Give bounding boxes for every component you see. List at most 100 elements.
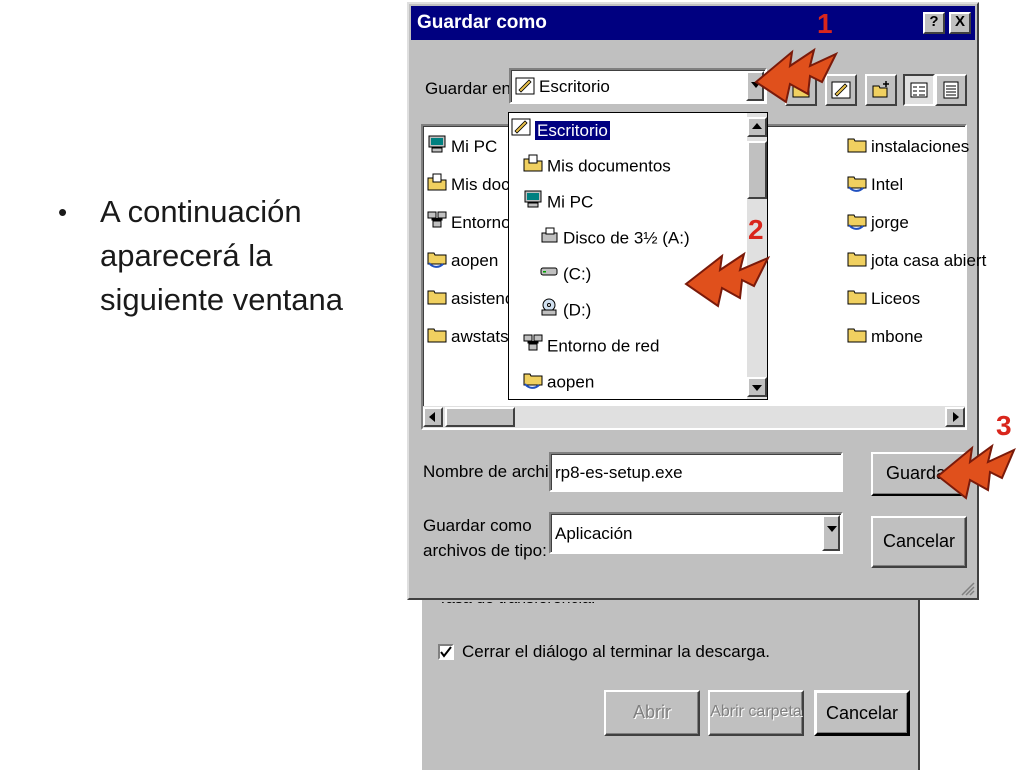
- file-item[interactable]: jorge: [847, 210, 909, 232]
- close-dialog-checkbox[interactable]: [438, 644, 454, 660]
- computer-icon: [523, 189, 543, 216]
- dropdown-item[interactable]: Disco de 3½ (A:): [539, 225, 690, 249]
- details-view-icon: [943, 81, 959, 99]
- dropdown-item[interactable]: Mi PC: [523, 189, 593, 213]
- network-icon: [427, 210, 447, 236]
- file-item[interactable]: Intel: [847, 172, 903, 194]
- save-in-combo[interactable]: Escritorio: [509, 68, 767, 104]
- folder-icon: [847, 134, 867, 160]
- file-item[interactable]: instalaciones: [847, 134, 969, 156]
- help-button[interactable]: ?: [923, 12, 945, 34]
- file-item[interactable]: jota casa abiert: [847, 248, 986, 270]
- list-view-icon: [910, 82, 928, 98]
- resize-grip-icon[interactable]: [961, 582, 975, 596]
- file-item[interactable]: mbone: [847, 324, 923, 346]
- dropdown-item[interactable]: Escritorio: [511, 117, 610, 141]
- scroll-up-button[interactable]: [747, 117, 767, 137]
- file-item-label: mbone: [871, 327, 923, 346]
- dropdown-item-label: Mi PC: [547, 192, 594, 212]
- dropdown-item[interactable]: Entorno de red: [523, 333, 659, 357]
- arrow-right-icon: [953, 412, 959, 422]
- cd-drive-icon: [539, 297, 559, 324]
- vertical-scroll-thumb[interactable]: [747, 141, 767, 199]
- open-folder-button[interactable]: Abrir carpeta: [708, 690, 804, 736]
- dropdown-item-label: Escritorio: [535, 120, 610, 140]
- folder-docs-icon: [427, 172, 447, 198]
- folder-icon: [847, 248, 867, 274]
- dropdown-item[interactable]: aopen: [523, 369, 594, 393]
- folder-shared-icon: [523, 369, 543, 396]
- annotation-arrow-2: [684, 251, 771, 308]
- slide-body-text: A continuación aparecerá la siguiente ve…: [100, 194, 344, 317]
- folder-icon: [847, 286, 867, 312]
- file-item-label: Liceos: [871, 289, 921, 308]
- filetype-combo[interactable]: Aplicación: [549, 512, 843, 554]
- dropdown-item[interactable]: (D:): [539, 297, 591, 321]
- dialog-title: Guardar como: [417, 12, 547, 33]
- save-in-value: Escritorio: [539, 77, 610, 96]
- file-item[interactable]: Liceos: [847, 286, 920, 308]
- dropdown-item-label: Mis documentos: [547, 156, 671, 176]
- scroll-down-button[interactable]: [747, 377, 767, 397]
- scroll-left-button[interactable]: [423, 407, 443, 427]
- annotation-number-3: 3: [996, 410, 1012, 441]
- file-item-label: aopen: [451, 251, 499, 270]
- desktop-icon: [511, 117, 531, 144]
- annotation-arrow-1: [754, 47, 839, 104]
- folder-icon: [847, 324, 867, 350]
- file-item-label: instalaciones: [871, 137, 970, 156]
- new-folder-icon: [872, 81, 889, 98]
- desktop-icon: [515, 77, 535, 95]
- folder-shared-icon: [847, 210, 867, 236]
- annotation-number-1: 1: [817, 8, 833, 39]
- open-button[interactable]: Abrir: [604, 690, 700, 736]
- filename-value: rp8-es-setup.exe: [555, 463, 683, 482]
- dropdown-item-label: (C:): [563, 264, 592, 284]
- filetype-label-line1: Guardar como: [423, 516, 532, 535]
- folder-icon: [427, 324, 447, 350]
- filetype-label-line2: archivos de tipo:: [423, 541, 547, 560]
- bullet-marker: •: [58, 197, 68, 227]
- annotation-number-2: 2: [748, 214, 764, 245]
- dropdown-item-label: Disco de 3½ (A:): [563, 228, 690, 248]
- folder-docs-icon: [523, 153, 543, 180]
- dropdown-item[interactable]: (C:): [539, 261, 591, 285]
- scroll-right-button[interactable]: [945, 407, 965, 427]
- close-dialog-label: Cerrar el diálogo al terminar la descarg…: [462, 642, 771, 661]
- folder-shared-icon: [427, 248, 447, 274]
- dropdown-item-label: Entorno de red: [547, 336, 660, 356]
- network-icon: [523, 333, 543, 360]
- file-item-label: Mi PC: [451, 137, 498, 156]
- save-in-label: Guardar en:: [425, 79, 516, 98]
- new-folder-button[interactable]: [865, 74, 897, 106]
- list-view-button[interactable]: [903, 74, 935, 106]
- hard-drive-icon: [539, 261, 559, 288]
- checkmark-icon: [440, 646, 452, 658]
- filetype-dropdown-button[interactable]: [822, 515, 840, 551]
- title-bar: Guardar como ? X: [411, 6, 975, 40]
- dropdown-item-label: aopen: [547, 372, 595, 392]
- close-button[interactable]: X: [949, 12, 971, 34]
- filetype-value: Aplicación: [555, 524, 633, 543]
- annotation-arrow-3: [936, 443, 1016, 500]
- horizontal-scroll-thumb[interactable]: [445, 407, 515, 427]
- file-item[interactable]: aopen: [427, 248, 498, 270]
- horizontal-scrollbar[interactable]: [423, 406, 965, 428]
- folder-icon: [427, 286, 447, 312]
- dropdown-item-label: (D:): [563, 300, 592, 320]
- arrow-up-icon: [752, 123, 762, 129]
- arrow-left-icon: [429, 412, 435, 422]
- cancel-button[interactable]: Cancelar: [871, 516, 967, 568]
- filename-input[interactable]: rp8-es-setup.exe: [549, 452, 843, 492]
- download-cancel-button[interactable]: Cancelar: [814, 690, 910, 736]
- folder-shared-icon: [847, 172, 867, 198]
- details-view-button[interactable]: [935, 74, 967, 106]
- floppy-icon: [539, 225, 559, 252]
- file-item-label: jorge: [871, 213, 909, 232]
- dropdown-item[interactable]: Mis documentos: [523, 153, 671, 177]
- file-item-label: Intel: [871, 175, 904, 194]
- arrow-down-icon: [752, 385, 762, 391]
- file-item-label: jota casa abiert: [871, 251, 987, 270]
- file-item[interactable]: Mi PC: [427, 134, 497, 156]
- computer-icon: [427, 134, 447, 160]
